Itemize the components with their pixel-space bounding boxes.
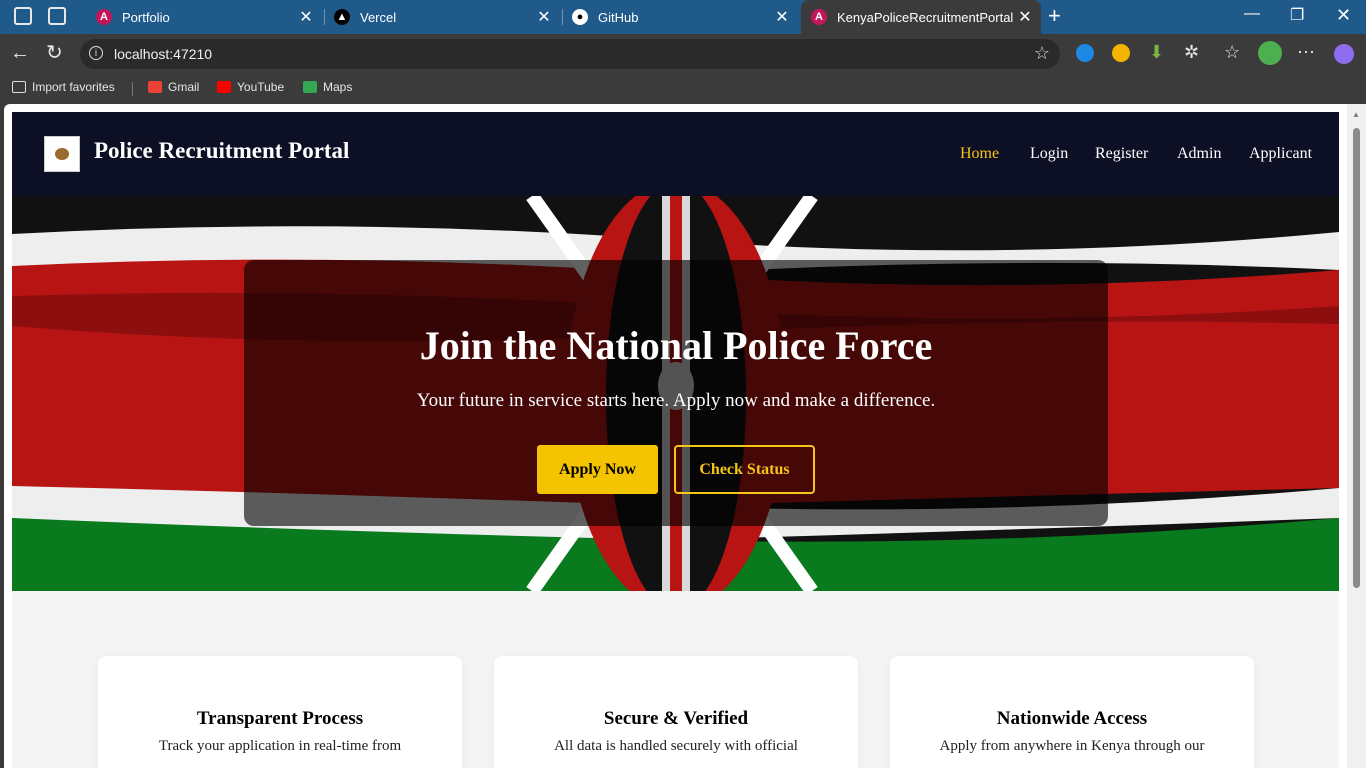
police-logo[interactable] xyxy=(44,136,80,172)
extension-coin-icon[interactable] xyxy=(1112,44,1130,62)
hero-section: Join the National Police Force Your futu… xyxy=(12,196,1339,591)
tab-vercel[interactable]: ▲ Vercel ✕ xyxy=(324,0,560,34)
browser-toolbar: ← ↻ i localhost:47210 ☆ ⬇ ✲ ☆ ⋯ xyxy=(0,34,1366,74)
check-status-button[interactable]: Check Status xyxy=(674,445,815,494)
angular-icon: A xyxy=(96,9,112,25)
feature-text: Apply from anywhere in Kenya through our xyxy=(939,738,1205,754)
back-icon[interactable]: ← xyxy=(10,42,30,64)
import-icon xyxy=(12,81,26,93)
workspaces-icon[interactable] xyxy=(14,7,32,25)
address-bar[interactable]: i localhost:47210 ☆ xyxy=(80,39,1060,69)
bookmark-youtube[interactable]: YouTube xyxy=(217,80,284,94)
extension-icon[interactable] xyxy=(1076,44,1094,62)
close-window-icon[interactable]: ✕ xyxy=(1336,5,1351,26)
maps-icon xyxy=(303,81,317,93)
youtube-icon xyxy=(217,81,231,93)
angular-icon: A xyxy=(811,9,827,25)
github-icon: ● xyxy=(572,9,588,25)
favorites-icon[interactable]: ☆ xyxy=(1224,42,1240,63)
profile-avatar[interactable] xyxy=(1258,41,1282,65)
site-brand[interactable]: Police Recruitment Portal xyxy=(94,138,349,164)
gmail-icon xyxy=(148,81,162,93)
feature-card-nationwide: Nationwide Access Apply from anywhere in… xyxy=(890,656,1254,768)
tab-github[interactable]: ● GitHub ✕ xyxy=(562,0,798,34)
bookmark-gmail[interactable]: Gmail xyxy=(148,80,199,94)
nav-applicant[interactable]: Applicant xyxy=(1249,145,1312,163)
download-extension-icon[interactable]: ⬇ xyxy=(1149,42,1164,63)
minimize-icon[interactable]: — xyxy=(1244,5,1260,23)
nav-admin[interactable]: Admin xyxy=(1177,145,1221,163)
feature-card-secure: Secure & Verified All data is handled se… xyxy=(494,656,858,768)
hero-overlay: Join the National Police Force Your futu… xyxy=(244,260,1108,526)
restore-icon[interactable]: ❐ xyxy=(1290,5,1304,25)
bookmarks-bar: Import favorites Gmail YouTube Maps xyxy=(0,74,1366,104)
feature-title: Nationwide Access xyxy=(996,708,1148,729)
tab-kenya-police-portal[interactable]: A KenyaPoliceRecruitmentPortal ✕ xyxy=(801,0,1041,34)
vercel-icon: ▲ xyxy=(334,9,350,25)
close-icon[interactable]: ✕ xyxy=(534,7,554,27)
close-icon[interactable]: ✕ xyxy=(772,7,792,27)
vertical-tabs-icon[interactable] xyxy=(48,7,66,25)
feature-text: Track your application in real-time from xyxy=(158,738,402,754)
scrollbar-thumb[interactable] xyxy=(1353,128,1360,588)
bookmark-maps[interactable]: Maps xyxy=(303,80,352,94)
feature-card-transparent: Transparent Process Track your applicati… xyxy=(98,656,462,768)
scroll-up-icon[interactable]: ▲ xyxy=(1352,110,1360,119)
favorite-star-icon[interactable]: ☆ xyxy=(1034,43,1050,64)
refresh-icon[interactable]: ↻ xyxy=(46,42,63,64)
hero-subtitle: Your future in service starts here. Appl… xyxy=(416,390,936,411)
close-icon[interactable]: ✕ xyxy=(1015,7,1035,27)
page-viewport: Police Recruitment Portal Home Login Reg… xyxy=(4,104,1347,768)
nav-register[interactable]: Register xyxy=(1095,145,1148,163)
hero-title: Join the National Police Force xyxy=(419,323,933,368)
nav-login[interactable]: Login xyxy=(1030,145,1068,163)
nav-home[interactable]: Home xyxy=(960,145,999,163)
page-scrollbar[interactable]: ▲ xyxy=(1347,104,1366,768)
new-tab-button[interactable]: + xyxy=(1048,3,1061,29)
feature-text: All data is handled securely with offici… xyxy=(554,738,798,754)
feature-title: Transparent Process xyxy=(196,708,364,729)
browser-tab-strip: A Portfolio ✕ ▲ Vercel ✕ ● GitHub ✕ A Ke… xyxy=(0,0,1366,34)
bookmark-import-favorites[interactable]: Import favorites xyxy=(12,80,115,94)
site-root: Police Recruitment Portal Home Login Reg… xyxy=(12,112,1339,768)
feature-title: Secure & Verified xyxy=(603,708,749,729)
close-icon[interactable]: ✕ xyxy=(296,7,316,27)
info-icon[interactable]: i xyxy=(89,46,103,60)
tab-portfolio[interactable]: A Portfolio ✕ xyxy=(86,0,322,34)
apply-now-button[interactable]: Apply Now xyxy=(537,445,658,494)
url-text[interactable]: localhost:47210 xyxy=(114,46,212,62)
extensions-icon[interactable]: ✲ xyxy=(1184,42,1199,63)
site-header: Police Recruitment Portal Home Login Reg… xyxy=(12,112,1339,196)
copilot-icon[interactable] xyxy=(1334,44,1354,64)
more-icon[interactable]: ⋯ xyxy=(1297,42,1315,63)
